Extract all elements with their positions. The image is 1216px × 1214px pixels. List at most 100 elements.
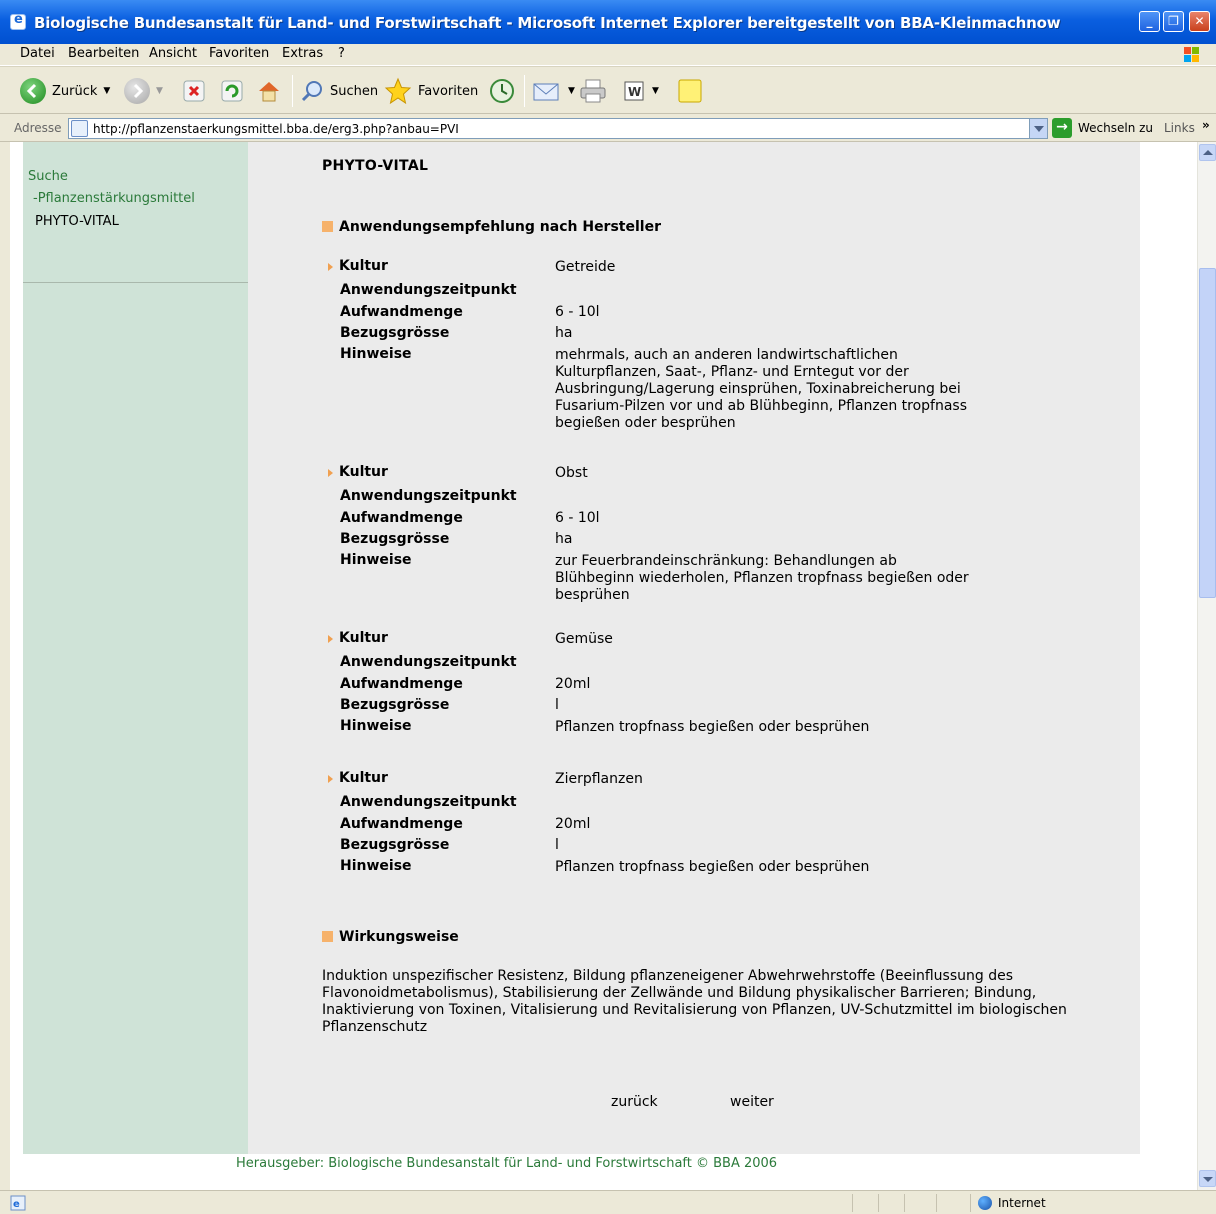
value-menge: 20ml: [555, 816, 591, 832]
value-hinweise: mehrmals, auch an anderen landwirtschaft…: [555, 347, 968, 431]
mail-dropdown-icon[interactable]: ▼: [568, 86, 575, 96]
home-button[interactable]: [256, 77, 282, 105]
sidebar-link-suche[interactable]: Suche: [28, 169, 68, 184]
scroll-up-button[interactable]: [1199, 144, 1216, 161]
address-dropdown-icon[interactable]: [1029, 119, 1047, 138]
globe-icon: [978, 1196, 992, 1210]
favorites-button[interactable]: Favoriten: [384, 77, 478, 105]
bullet-square-icon: [322, 931, 333, 942]
value-menge: 20ml: [555, 676, 591, 692]
label-zeitpunkt: Anwendungszeitpunkt: [340, 794, 517, 810]
zone-label: Internet: [998, 1196, 1046, 1210]
label-bezug: Bezugsgrösse: [340, 697, 450, 713]
home-icon: [259, 82, 279, 102]
svg-text:W: W: [628, 85, 641, 99]
menu-help[interactable]: ?: [338, 46, 345, 61]
main-content: PHYTO-VITAL Anwendungsempfehlung nach He…: [248, 142, 1140, 1154]
messenger-button[interactable]: [676, 77, 704, 105]
minimize-button[interactable]: _: [1139, 11, 1160, 32]
mail-button[interactable]: ▼: [532, 77, 575, 105]
search-icon: [301, 81, 322, 102]
address-bar: Adresse http://pflanzenstaerkungsmittel.…: [0, 114, 1216, 142]
label-zeitpunkt: Anwendungszeitpunkt: [340, 654, 517, 670]
label-bezug: Bezugsgrösse: [340, 837, 450, 853]
links-chevron-icon[interactable]: »: [1202, 118, 1210, 132]
menu-bearbeiten[interactable]: Bearbeiten: [68, 46, 139, 61]
window-left-edge: [0, 142, 10, 1190]
stop-icon: [183, 80, 205, 102]
value-hinweise: zur Feuerbrandeinschränkung: Behandlunge…: [555, 553, 969, 603]
bullet-triangle-icon: [328, 635, 333, 643]
value-kultur: Gemüse: [555, 631, 613, 647]
label-zeitpunkt: Anwendungszeitpunkt: [340, 488, 517, 504]
sidebar-link-pflanzenstaerkungsmittel[interactable]: -Pflanzenstärkungsmittel: [33, 191, 195, 206]
back-button[interactable]: Zurück ▼: [20, 77, 110, 105]
refresh-button[interactable]: [220, 77, 244, 105]
edit-dropdown-icon[interactable]: ▼: [652, 86, 659, 96]
label-kultur: Kultur: [339, 464, 388, 480]
back-dropdown-icon[interactable]: ▼: [103, 86, 110, 96]
page-status-icon: e: [10, 1195, 26, 1211]
search-label: Suchen: [330, 83, 379, 99]
note-icon: [678, 79, 702, 103]
status-bar: e Internet: [0, 1190, 1216, 1214]
page-icon: [71, 120, 88, 137]
label-hinweise: Hinweise: [340, 718, 412, 734]
refresh-icon: [221, 80, 243, 102]
svg-text:e: e: [13, 1199, 20, 1210]
value-kultur: Obst: [555, 465, 588, 481]
search-button[interactable]: Suchen: [300, 77, 378, 105]
bullet-triangle-icon: [328, 775, 333, 783]
ie-icon: [10, 12, 26, 30]
sidebar: Suche -Pflanzenstärkungsmittel PHYTO-VIT…: [23, 142, 248, 1154]
star-icon: [384, 77, 412, 105]
history-button[interactable]: [488, 77, 516, 105]
label-menge: Aufwandmenge: [340, 816, 463, 832]
bullet-triangle-icon: [328, 263, 333, 271]
back-arrow-icon: [20, 78, 46, 104]
menu-favoriten[interactable]: Favoriten: [209, 46, 269, 61]
label-hinweise: Hinweise: [340, 346, 412, 362]
footer-publisher: Herausgeber: Biologische Bundesanstalt f…: [236, 1156, 778, 1171]
value-bezug: l: [555, 697, 559, 713]
go-label: Wechseln zu: [1078, 121, 1154, 135]
security-zone: Internet: [978, 1196, 1046, 1210]
scrollbar-thumb[interactable]: [1199, 268, 1216, 598]
printer-icon: [580, 79, 606, 103]
label-hinweise: Hinweise: [340, 552, 412, 568]
menu-extras[interactable]: Extras: [282, 46, 323, 61]
value-menge: 6 - 10l: [555, 510, 600, 526]
stop-button[interactable]: [182, 77, 206, 105]
forward-button[interactable]: ▼: [124, 77, 163, 105]
back-link[interactable]: zurück: [611, 1094, 658, 1110]
print-button[interactable]: [578, 77, 608, 105]
edit-button[interactable]: W ▼: [622, 77, 659, 105]
close-button[interactable]: ✕: [1189, 11, 1210, 32]
bullet-square-icon: [322, 221, 333, 232]
label-hinweise: Hinweise: [340, 858, 412, 874]
address-label: Adresse: [14, 121, 62, 135]
value-bezug: ha: [555, 531, 573, 547]
go-arrow-icon: →: [1052, 118, 1072, 138]
value-bezug: ha: [555, 325, 573, 341]
menu-bar: Datei Bearbeiten Ansicht Favoriten Extra…: [0, 44, 1216, 66]
label-kultur: Kultur: [339, 770, 388, 786]
vertical-scrollbar[interactable]: [1197, 142, 1216, 1190]
word-edit-icon: W: [624, 81, 644, 101]
value-kultur: Getreide: [555, 259, 616, 275]
menu-ansicht[interactable]: Ansicht: [149, 46, 197, 61]
scroll-down-button[interactable]: [1199, 1170, 1216, 1187]
restore-button[interactable]: ❐: [1163, 11, 1184, 32]
links-label[interactable]: Links: [1164, 121, 1195, 135]
next-link[interactable]: weiter: [730, 1094, 774, 1110]
page-title: PHYTO-VITAL: [322, 158, 429, 174]
go-button[interactable]: → Wechseln zu: [1052, 118, 1153, 138]
forward-dropdown-icon[interactable]: ▼: [156, 86, 163, 96]
wirkung-text: Induktion unspezifischer Resistenz, Bild…: [322, 968, 1067, 1035]
history-icon: [490, 79, 514, 103]
address-input[interactable]: http://pflanzenstaerkungsmittel.bba.de/e…: [68, 118, 1048, 139]
address-url: http://pflanzenstaerkungsmittel.bba.de/e…: [93, 122, 459, 136]
menu-datei[interactable]: Datei: [20, 46, 55, 61]
section-heading-wirkung: Wirkungsweise: [322, 929, 459, 945]
title-bar: Biologische Bundesanstalt für Land- und …: [0, 0, 1216, 44]
